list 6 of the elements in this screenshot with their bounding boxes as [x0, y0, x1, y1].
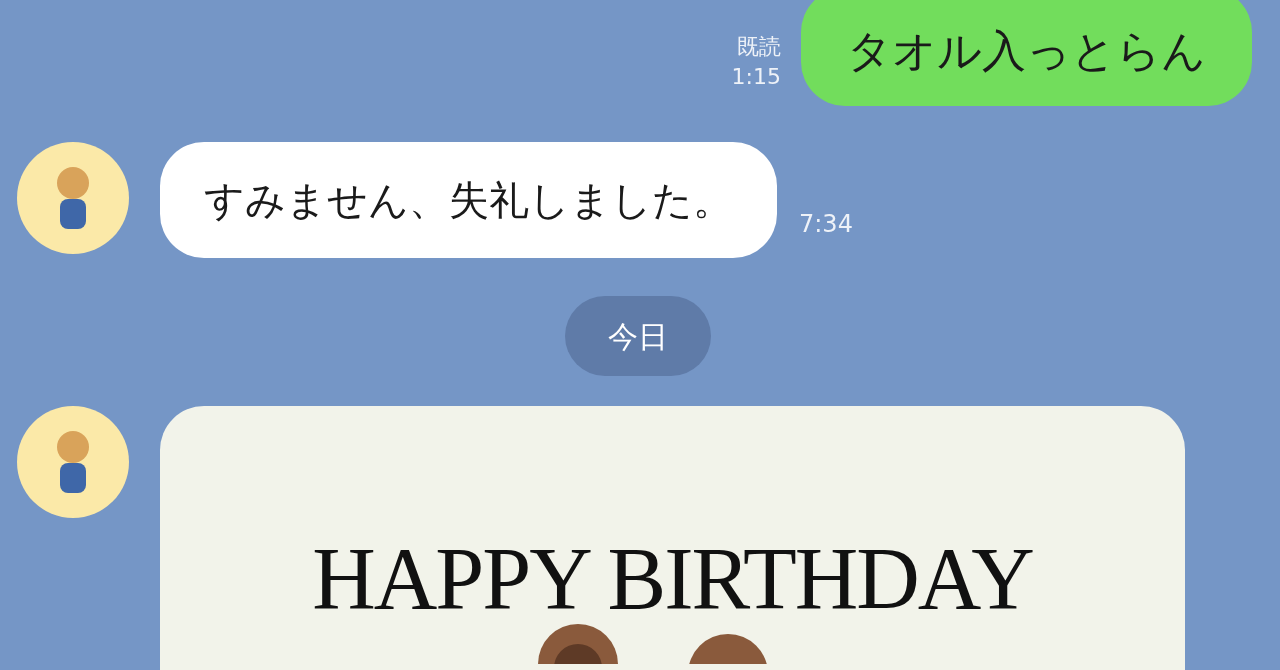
received-message-bubble: すみません、失礼しました。: [160, 142, 777, 258]
card-title: HAPPY BIRTHDAY: [312, 536, 1033, 622]
read-label: 既読: [737, 33, 781, 61]
sent-message-bubble: タオル入っとらん: [801, 0, 1252, 106]
message-time: 1:15: [731, 63, 781, 91]
message-time: 7:34: [799, 209, 853, 240]
